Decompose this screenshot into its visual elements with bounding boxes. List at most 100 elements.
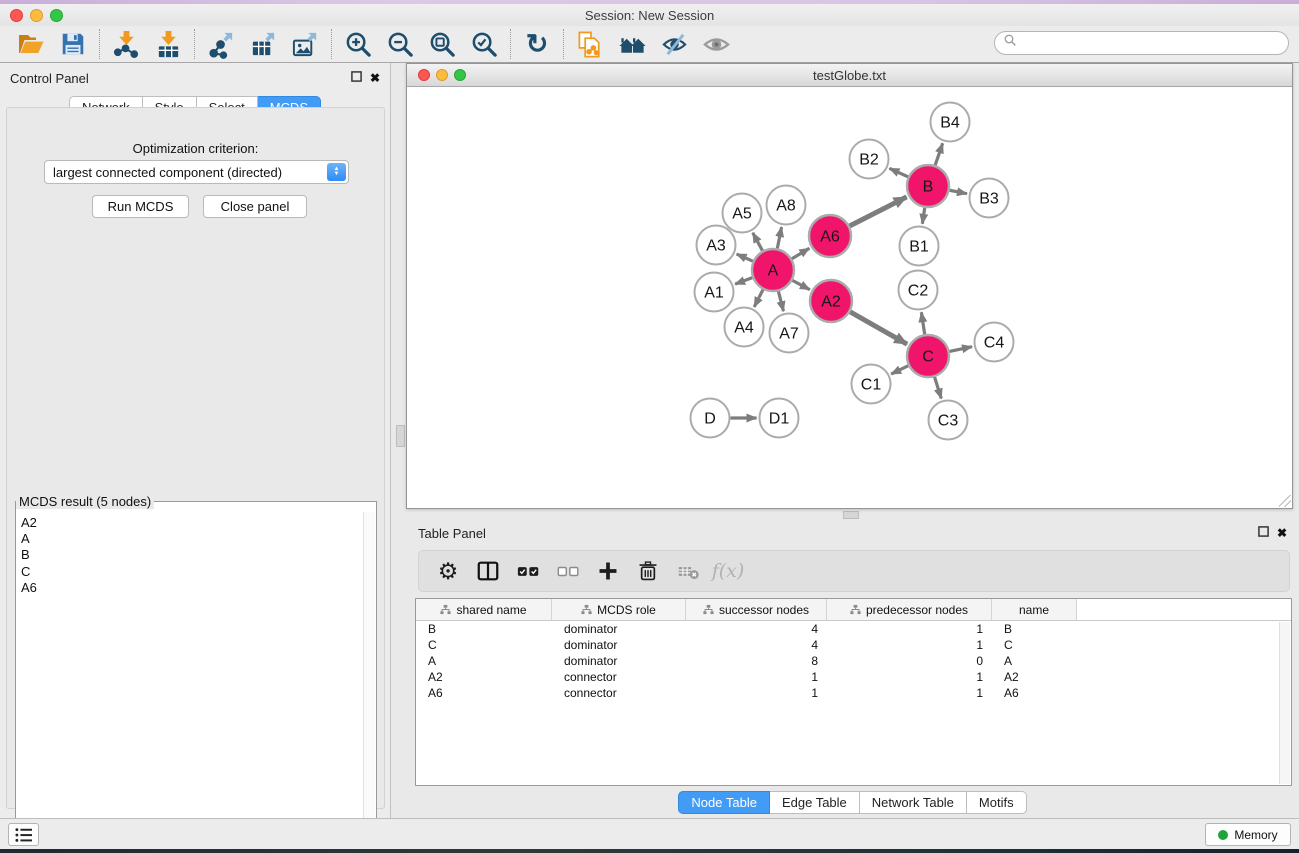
toolbar-import-network-button[interactable] [105, 28, 147, 60]
mcds-result-item[interactable]: A2 [21, 515, 363, 531]
column-header-successor-nodes[interactable]: successor nodes [686, 599, 827, 620]
toolbar-home-button[interactable] [611, 28, 653, 60]
table-cell[interactable]: 1 [827, 638, 992, 652]
tab-node-table[interactable]: Node Table [678, 791, 770, 814]
toolbar-hide-graphics-details-button[interactable] [653, 28, 695, 60]
close-panel-icon[interactable]: ✖ [1277, 526, 1287, 540]
table-cell[interactable]: C [416, 638, 552, 652]
vertical-splitter-handle[interactable] [396, 425, 405, 447]
toolbar-zoom-out-button[interactable] [379, 28, 421, 60]
toolbar-open-session-button[interactable] [10, 28, 52, 60]
table-cell[interactable]: B [992, 622, 1077, 636]
column-header-shared-name[interactable]: shared name [416, 599, 552, 620]
table-cell[interactable]: dominator [552, 654, 686, 668]
mcds-result-item[interactable]: A [21, 531, 363, 547]
table-select-all-button[interactable] [511, 554, 545, 588]
table-cell[interactable]: C [992, 638, 1077, 652]
table-row[interactable]: Bdominator41B [416, 621, 1291, 637]
column-header-MCDS-role[interactable]: MCDS role [552, 599, 686, 620]
table-cell[interactable]: 1 [686, 670, 827, 684]
network-view-window: testGlobe.txt B4B2BB3A8A5A6A3B1AC2A1A2A4… [406, 63, 1293, 509]
mcds-result-item[interactable]: A6 [21, 580, 363, 596]
graph-node-label-B2: B2 [859, 152, 879, 169]
table-settings-button[interactable]: ⚙ [431, 554, 465, 588]
table-row[interactable]: A2connector11A2 [416, 669, 1291, 685]
table-row[interactable]: Cdominator41C [416, 637, 1291, 653]
memory-button[interactable]: Memory [1205, 823, 1291, 846]
edge-B-B1 [922, 208, 924, 224]
maximize-window-button[interactable] [50, 9, 63, 22]
toolbar-export-table-button[interactable] [242, 28, 284, 60]
table-cell[interactable]: 1 [827, 686, 992, 700]
result-scrollbar[interactable] [363, 512, 375, 830]
toolbar-apply-layout-button[interactable]: ↻ [516, 28, 558, 60]
toolbar-save-session-button[interactable] [52, 28, 94, 60]
run-mcds-button[interactable]: Run MCDS [92, 195, 189, 218]
toolbar-new-network-from-file-button[interactable] [569, 28, 611, 60]
table-cell[interactable]: dominator [552, 638, 686, 652]
toolbar-zoom-selected-button[interactable] [463, 28, 505, 60]
criterion-dropdown[interactable]: largest connected component (directed) ▲… [44, 160, 349, 184]
select-all-icon [517, 560, 540, 583]
export-image-icon [291, 30, 320, 59]
toolbar-import-table-button[interactable] [147, 28, 189, 60]
close-panel-icon[interactable]: ✖ [370, 71, 380, 85]
float-panel-icon[interactable] [351, 69, 362, 87]
table-cell[interactable]: 1 [827, 670, 992, 684]
mcds-result-item[interactable]: B [21, 547, 363, 563]
new-network-from-file-icon [576, 30, 605, 59]
table-cell[interactable]: 4 [686, 638, 827, 652]
table-scrollbar[interactable] [1279, 622, 1290, 784]
float-panel-icon[interactable] [1258, 524, 1269, 542]
table-cell[interactable]: B [416, 622, 552, 636]
horizontal-splitter-handle[interactable] [843, 511, 859, 519]
table-cell[interactable]: A [992, 654, 1077, 668]
mcds-result-list[interactable]: A2ABCA6 [17, 512, 363, 830]
toolbar-export-network-button[interactable] [200, 28, 242, 60]
table-row[interactable]: Adominator80A [416, 653, 1291, 669]
minimize-window-button[interactable] [30, 9, 43, 22]
zoom-in-icon [344, 30, 373, 59]
table-create-column-button[interactable] [591, 554, 625, 588]
table-cell[interactable]: connector [552, 670, 686, 684]
mcds-result-item[interactable]: C [21, 564, 363, 580]
toolbar-show-graphics-details-button[interactable] [695, 28, 737, 60]
table-cell[interactable]: dominator [552, 622, 686, 636]
toolbar-zoom-in-button[interactable] [337, 28, 379, 60]
edge-A2-C [850, 312, 907, 344]
table-cell[interactable]: A [416, 654, 552, 668]
search-input[interactable] [1023, 36, 1280, 51]
table-row[interactable]: A6connector11A6 [416, 685, 1291, 701]
network-graph-canvas[interactable]: B4B2BB3A8A5A6A3B1AC2A1A2A4A7C4CC1DD1C3 [407, 87, 1292, 508]
tab-network-table[interactable]: Network Table [860, 791, 967, 814]
column-header-predecessor-nodes[interactable]: predecessor nodes [827, 599, 992, 620]
table-cell[interactable]: A2 [416, 670, 552, 684]
column-header-name[interactable]: name [992, 599, 1077, 620]
table-cell[interactable]: A6 [416, 686, 552, 700]
optimization-criterion-label: Optimization criterion: [7, 141, 384, 156]
table-delete-column-button[interactable] [631, 554, 665, 588]
tab-motifs[interactable]: Motifs [967, 791, 1027, 814]
close-panel-button[interactable]: Close panel [203, 195, 307, 218]
graph-node-label-A8: A8 [776, 198, 796, 215]
table-cell[interactable]: 4 [686, 622, 827, 636]
search-field[interactable] [994, 31, 1289, 55]
column-layout-icon [476, 559, 500, 583]
tab-edge-table[interactable]: Edge Table [770, 791, 860, 814]
table-deselect-all-button[interactable] [551, 554, 585, 588]
table-cell[interactable]: 1 [827, 622, 992, 636]
table-cell[interactable]: A6 [992, 686, 1077, 700]
table-column-layout-button[interactable] [471, 554, 505, 588]
toolbar-zoom-fit-button[interactable] [421, 28, 463, 60]
window-resize-grip[interactable] [1279, 495, 1291, 507]
show-graphics-details-icon [702, 30, 731, 59]
toolbar-export-image-button[interactable] [284, 28, 326, 60]
table-cell[interactable]: connector [552, 686, 686, 700]
table-cell[interactable]: 1 [686, 686, 827, 700]
task-history-button[interactable] [8, 823, 39, 846]
close-window-button[interactable] [10, 9, 23, 22]
table-cell[interactable]: A2 [992, 670, 1077, 684]
toolbar-separator [510, 29, 511, 59]
table-cell[interactable]: 0 [827, 654, 992, 668]
table-cell[interactable]: 8 [686, 654, 827, 668]
